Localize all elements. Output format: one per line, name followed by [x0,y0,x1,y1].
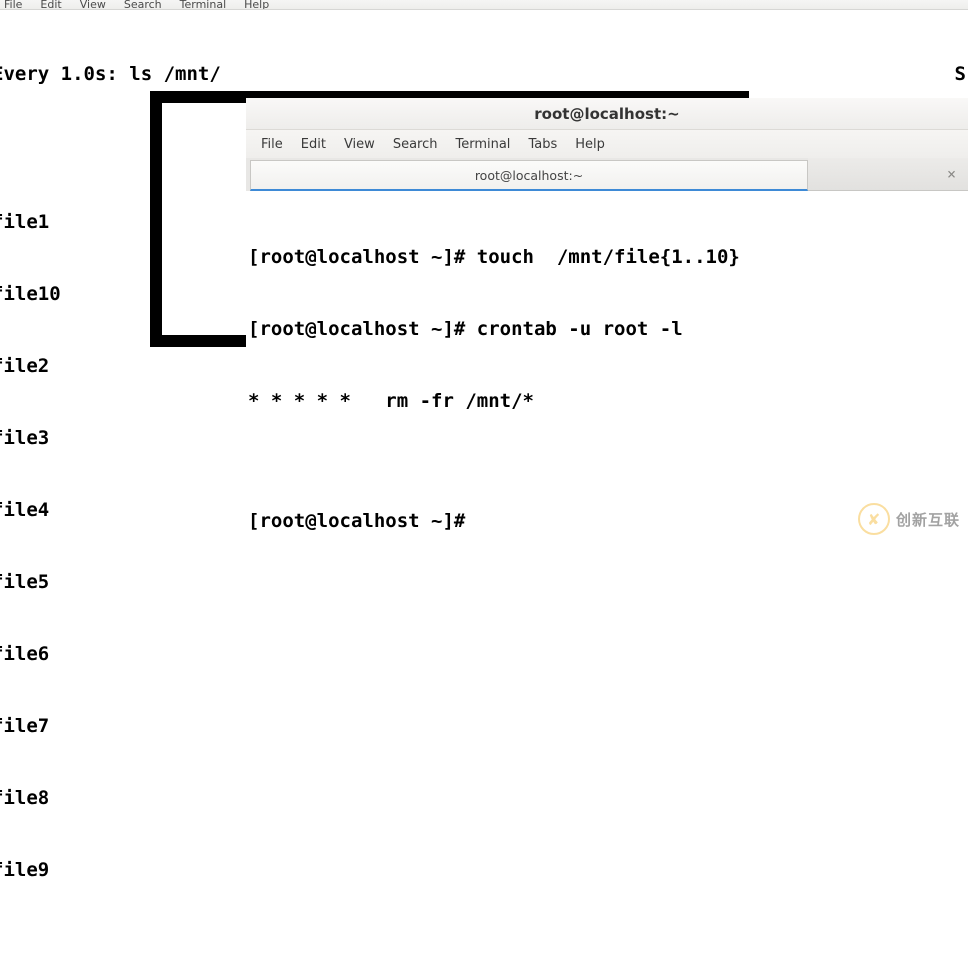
tab-bar: root@localhost:~ × [246,158,968,191]
file-line: file6 [0,642,968,666]
menu-edit[interactable]: Edit [40,1,61,9]
menu-terminal[interactable]: Terminal [180,1,227,9]
window-title: root@localhost:~ [534,105,679,123]
watermark: ✘ 创新互联 [858,503,960,535]
bg-menubar: File Edit View Search Terminal Help [0,0,968,10]
window-titlebar[interactable]: root@localhost:~ [246,98,968,130]
file-line: file8 [0,786,968,810]
menu-help[interactable]: Help [244,1,269,9]
menu-view[interactable]: View [80,1,106,9]
fg-menubar: File Edit View Search Terminal Tabs Help [246,130,968,158]
file-line: file9 [0,858,968,882]
terminal-line: [root@localhost ~]# crontab -u root -l [248,317,966,341]
terminal-line: * * * * * rm -fr /mnt/* [248,389,966,413]
tab-spacer: × [808,158,968,191]
menu-search[interactable]: Search [124,1,162,9]
menu-file[interactable]: File [252,137,292,152]
watermark-text: 创新互联 [896,509,960,530]
tab-label: root@localhost:~ [475,168,583,183]
menu-search[interactable]: Search [384,137,447,152]
terminal-line: [root@localhost ~]# touch /mnt/file{1..1… [248,245,966,269]
terminal-tab-active[interactable]: root@localhost:~ [250,160,808,191]
menu-file[interactable]: File [4,1,22,9]
menu-edit[interactable]: Edit [292,137,335,152]
watch-header-right: S [955,62,968,86]
close-icon[interactable]: × [947,167,956,182]
watermark-icon: ✘ [858,503,890,535]
menu-view[interactable]: View [335,137,384,152]
menu-help[interactable]: Help [566,137,614,152]
menu-terminal[interactable]: Terminal [446,137,519,152]
file-line: file7 [0,714,968,738]
menu-tabs[interactable]: Tabs [519,137,566,152]
watch-header: Every 1.0s: ls /mnt/ [0,62,221,86]
